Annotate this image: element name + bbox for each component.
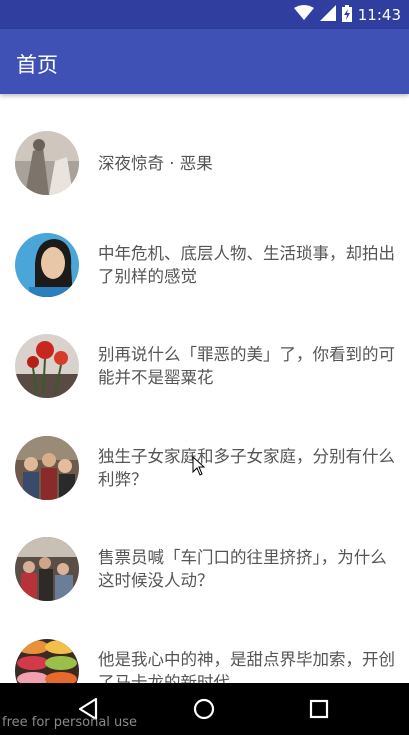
item-title: 独生子女家庭和多子女家庭，分别有什么利弊？ [98, 447, 395, 489]
item-title: 深夜惊奇 · 恶果 [98, 153, 213, 173]
thumbnail-image [15, 436, 79, 500]
list-item[interactable]: 深夜惊奇 · 恶果 [0, 116, 409, 216]
thumbnail-image [15, 131, 79, 195]
wifi-icon [293, 5, 314, 25]
item-title: 售票员喊「车门口的往里挤挤」，为什么这时候没人动？ [98, 548, 387, 590]
status-bar: 11:43 [0, 0, 409, 29]
item-title: 中年危机、底层人物、生活琐事，却拍出了别样的感觉 [98, 244, 395, 286]
mouse-cursor-icon [192, 455, 206, 480]
status-icons: 11:43 [293, 4, 401, 26]
list-item[interactable]: 别再说什么「罪恶的美」了，你看到的可能并不是罂粟花 [0, 319, 409, 419]
battery-charging-icon [341, 4, 352, 26]
thumbnail-image [15, 537, 79, 601]
app-bar: 首页 [0, 29, 409, 94]
list-item[interactable]: 中年危机、底层人物、生活琐事，却拍出了别样的感觉 [0, 218, 409, 318]
thumbnail-image [15, 639, 79, 683]
recents-button[interactable] [306, 696, 332, 722]
list-item[interactable]: 售票员喊「车门口的往里挤挤」，为什么这时候没人动？ [0, 522, 409, 622]
watermark: free for personal use [2, 715, 138, 730]
list-item[interactable]: 他是我心中的神，是甜点界毕加索，开创了马卡龙的新时代 [0, 624, 409, 683]
item-title: 他是我心中的神，是甜点界毕加索，开创了马卡龙的新时代 [98, 650, 395, 683]
recents-square-icon [309, 699, 329, 719]
item-title: 别再说什么「罪恶的美」了，你看到的可能并不是罂粟花 [98, 345, 395, 387]
status-time: 11:43 [357, 6, 401, 24]
signal-icon [319, 5, 336, 25]
thumbnail-image [15, 334, 79, 398]
home-button[interactable] [191, 696, 217, 722]
page-title: 首页 [16, 53, 58, 77]
thumbnail-image [15, 233, 79, 297]
home-circle-icon [193, 698, 215, 720]
article-list[interactable]: 深夜惊奇 · 恶果 中年危机、底层人物、生活琐事，却拍出了别样的感觉 别再说什么 [0, 96, 409, 683]
